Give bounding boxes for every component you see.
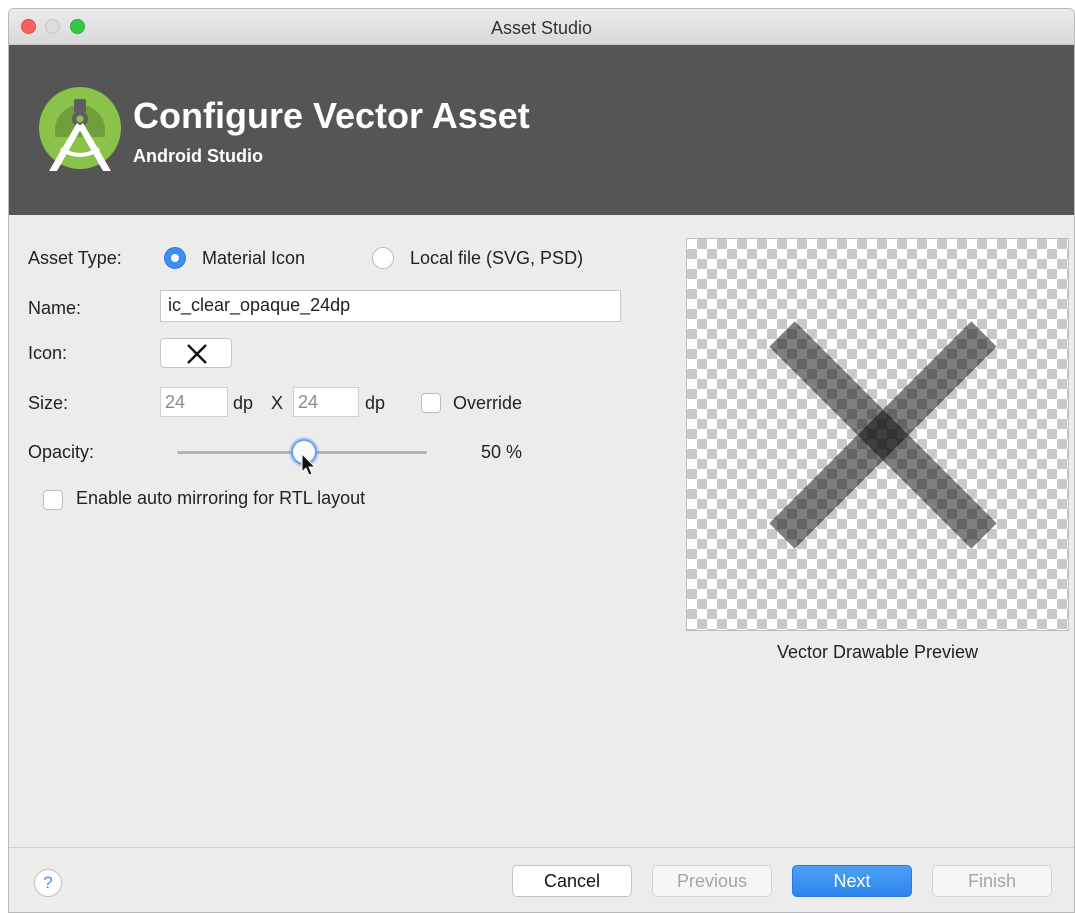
- footer-separator: [9, 847, 1074, 848]
- preview-label: Vector Drawable Preview: [776, 642, 979, 662]
- vector-drawable-preview: [686, 238, 1069, 631]
- local-file-radio[interactable]: [372, 247, 394, 269]
- override-checkbox[interactable]: [421, 393, 441, 413]
- cancel-button[interactable]: Cancel: [512, 865, 632, 897]
- name-label: Name:: [28, 298, 82, 318]
- width-unit-label: dp: [233, 393, 254, 413]
- height-unit-label: dp: [365, 393, 386, 413]
- auto-mirroring-label[interactable]: Enable auto mirroring for RTL layout: [76, 488, 365, 509]
- asset-studio-window: Asset Studio Configure Vector Asset Andr…: [8, 8, 1075, 913]
- override-label[interactable]: Override: [453, 393, 522, 414]
- width-field[interactable]: 24: [160, 387, 228, 417]
- wizard-header: Configure Vector Asset Android Studio: [9, 45, 1074, 215]
- android-studio-logo: [39, 87, 121, 171]
- title-bar: Asset Studio: [9, 9, 1074, 45]
- window-title: Asset Studio: [490, 18, 593, 38]
- header-title: Configure Vector Asset: [133, 95, 530, 136]
- help-button[interactable]: ?: [34, 869, 62, 897]
- material-icon-radio[interactable]: [164, 247, 186, 269]
- name-field[interactable]: ic_clear_opaque_24dp: [160, 290, 621, 322]
- local-file-radio-label[interactable]: Local file (SVG, PSD): [410, 248, 583, 269]
- material-icon-radio-label[interactable]: Material Icon: [202, 248, 305, 269]
- previous-button[interactable]: Previous: [652, 865, 772, 897]
- opacity-value: 50 %: [481, 442, 523, 462]
- auto-mirroring-checkbox[interactable]: [43, 490, 63, 510]
- mouse-pointer-icon: [301, 453, 317, 476]
- icon-picker-button[interactable]: [160, 338, 232, 368]
- clear-icon: [187, 344, 207, 364]
- size-separator-label: X: [271, 393, 284, 413]
- asset-type-label: Asset Type:: [28, 248, 122, 268]
- height-field[interactable]: 24: [293, 387, 359, 417]
- size-label: Size:: [28, 393, 69, 413]
- next-button[interactable]: Next: [792, 865, 912, 897]
- header-subtitle: Android Studio: [133, 146, 263, 166]
- finish-button[interactable]: Finish: [932, 865, 1052, 897]
- opacity-label: Opacity:: [28, 442, 95, 462]
- clear-icon: [769, 321, 997, 549]
- icon-label: Icon:: [28, 343, 68, 363]
